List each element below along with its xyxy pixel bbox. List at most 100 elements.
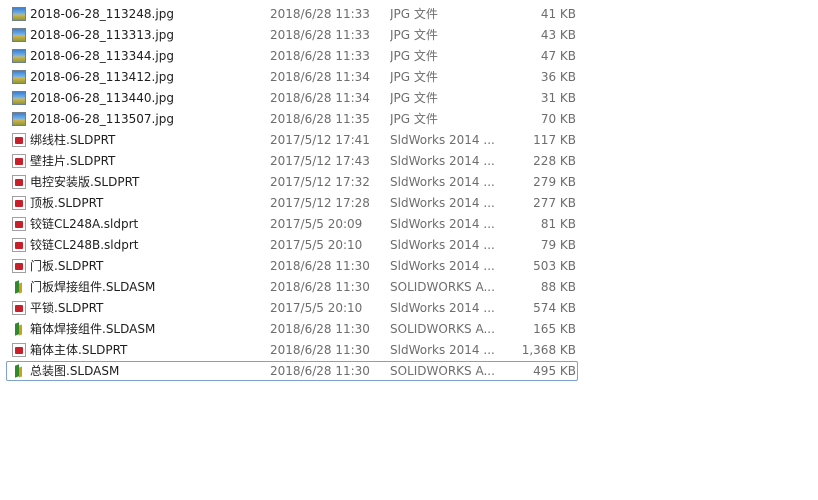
- image-file-icon: [12, 49, 26, 63]
- file-row[interactable]: 铰链CL248B.sldprt 2017/5/5 20:10 SldWorks 20…: [6, 235, 578, 255]
- image-file-icon: [12, 91, 26, 105]
- solidworks-assembly-icon: [12, 364, 26, 378]
- file-size: 279 KB: [533, 175, 576, 189]
- file-row[interactable]: 箱体焊接组件.SLDASM 2018/6/28 11:30 SOLIDWORKS A…: [6, 319, 578, 339]
- file-row[interactable]: 2018-06-28_113507.jpg 2018/6/28 11:35 JPG …: [6, 109, 578, 129]
- file-name: 门板.SLDPRT: [30, 259, 104, 273]
- file-name: 2018-06-28_113507.jpg: [30, 112, 174, 126]
- file-size: 81 KB: [540, 217, 576, 231]
- file-date-modified: 2017/5/12 17:41: [270, 133, 370, 147]
- solidworks-part-icon: [12, 301, 26, 315]
- file-name: 总装图.SLDASM: [30, 364, 120, 378]
- file-type: SldWorks 2014 ...: [390, 238, 495, 252]
- file-row[interactable]: 平锁.SLDPRT 2017/5/5 20:10 SldWorks 2014 ...…: [6, 298, 578, 318]
- file-name: 2018-06-28_113313.jpg: [30, 28, 174, 42]
- file-type: JPG 文件: [390, 49, 438, 63]
- file-name: 绑线柱.SLDPRT: [30, 133, 116, 147]
- file-row[interactable]: 2018-06-28_113440.jpg 2018/6/28 11:34 JPG …: [6, 88, 578, 108]
- file-row[interactable]: 2018-06-28_113248.jpg 2018/6/28 11:33 JPG …: [6, 4, 578, 24]
- file-type: SOLIDWORKS A...: [390, 364, 495, 378]
- file-row[interactable]: 箱体主体.SLDPRT 2018/6/28 11:30 SldWorks 2014 …: [6, 340, 578, 360]
- solidworks-part-icon: [12, 175, 26, 189]
- image-file-icon: [12, 112, 26, 126]
- file-name: 2018-06-28_113344.jpg: [30, 49, 174, 63]
- file-type: SOLIDWORKS A...: [390, 322, 495, 336]
- image-file-icon: [12, 70, 26, 84]
- solidworks-part-icon: [12, 154, 26, 168]
- file-type: SldWorks 2014 ...: [390, 217, 495, 231]
- file-size: 228 KB: [533, 154, 576, 168]
- file-name: 门板焊接组件.SLDASM: [30, 280, 156, 294]
- file-name: 顶板.SLDPRT: [30, 196, 104, 210]
- image-file-icon: [12, 7, 26, 21]
- file-date-modified: 2018/6/28 11:34: [270, 91, 370, 105]
- file-type: SldWorks 2014 ...: [390, 175, 495, 189]
- solidworks-part-icon: [12, 133, 26, 147]
- file-row[interactable]: 绑线柱.SLDPRT 2017/5/12 17:41 SldWorks 2014 .…: [6, 130, 578, 150]
- file-size: 47 KB: [540, 49, 576, 63]
- file-type: SldWorks 2014 ...: [390, 259, 495, 273]
- file-row[interactable]: 门板.SLDPRT 2018/6/28 11:30 SldWorks 2014 ..…: [6, 256, 578, 276]
- file-name: 2018-06-28_113248.jpg: [30, 7, 174, 21]
- file-name: 铰链CL248A.sldprt: [30, 217, 139, 231]
- file-name: 箱体主体.SLDPRT: [30, 343, 128, 357]
- file-size: 495 KB: [533, 364, 576, 378]
- file-type: SldWorks 2014 ...: [390, 154, 495, 168]
- file-type: SldWorks 2014 ...: [390, 301, 495, 315]
- file-type: SldWorks 2014 ...: [390, 133, 495, 147]
- file-date-modified: 2018/6/28 11:34: [270, 70, 370, 84]
- file-size: 503 KB: [533, 259, 576, 273]
- solidworks-part-icon: [12, 259, 26, 273]
- file-row[interactable]: 顶板.SLDPRT 2017/5/12 17:28 SldWorks 2014 ..…: [6, 193, 578, 213]
- file-size: 117 KB: [533, 133, 576, 147]
- file-type: JPG 文件: [390, 70, 438, 84]
- file-size: 70 KB: [540, 112, 576, 126]
- file-date-modified: 2017/5/5 20:09: [270, 217, 363, 231]
- file-size: 31 KB: [540, 91, 576, 105]
- file-date-modified: 2018/6/28 11:33: [270, 7, 370, 21]
- file-size: 41 KB: [540, 7, 576, 21]
- solidworks-assembly-icon: [12, 280, 26, 294]
- file-row[interactable]: 铰链CL248A.sldprt 2017/5/5 20:09 SldWorks 20…: [6, 214, 578, 234]
- image-file-icon: [12, 28, 26, 42]
- file-row[interactable]: 壁挂片.SLDPRT 2017/5/12 17:43 SldWorks 2014 .…: [6, 151, 578, 171]
- solidworks-part-icon: [12, 196, 26, 210]
- file-size: 1,368 KB: [521, 343, 576, 357]
- file-date-modified: 2018/6/28 11:33: [270, 28, 370, 42]
- file-date-modified: 2018/6/28 11:30: [270, 322, 370, 336]
- file-date-modified: 2018/6/28 11:30: [270, 259, 370, 273]
- file-name: 铰链CL248B.sldprt: [30, 238, 139, 252]
- file-name: 箱体焊接组件.SLDASM: [30, 322, 156, 336]
- file-size: 36 KB: [540, 70, 576, 84]
- file-name: 2018-06-28_113412.jpg: [30, 70, 174, 84]
- file-type: JPG 文件: [390, 112, 438, 126]
- file-type: JPG 文件: [390, 91, 438, 105]
- file-size: 277 KB: [533, 196, 576, 210]
- file-row[interactable]: 2018-06-28_113344.jpg 2018/6/28 11:33 JPG …: [6, 46, 578, 66]
- solidworks-part-icon: [12, 217, 26, 231]
- file-type: JPG 文件: [390, 28, 438, 42]
- file-name: 壁挂片.SLDPRT: [30, 154, 116, 168]
- file-type: SldWorks 2014 ...: [390, 196, 495, 210]
- file-row[interactable]: 门板焊接组件.SLDASM 2018/6/28 11:30 SOLIDWORKS A…: [6, 277, 578, 297]
- solidworks-part-icon: [12, 343, 26, 357]
- file-type: SOLIDWORKS A...: [390, 280, 495, 294]
- solidworks-assembly-icon: [12, 322, 26, 336]
- file-date-modified: 2017/5/12 17:28: [270, 196, 370, 210]
- file-size: 79 KB: [540, 238, 576, 252]
- file-date-modified: 2018/6/28 11:35: [270, 112, 370, 126]
- file-row[interactable]: 2018-06-28_113412.jpg 2018/6/28 11:34 JPG …: [6, 67, 578, 87]
- file-row[interactable]: 2018-06-28_113313.jpg 2018/6/28 11:33 JPG …: [6, 25, 578, 45]
- file-name: 电控安装版.SLDPRT: [30, 175, 140, 189]
- file-size: 574 KB: [533, 301, 576, 315]
- file-row[interactable]: 电控安装版.SLDPRT 2017/5/12 17:32 SldWorks 2014…: [6, 172, 578, 192]
- file-row[interactable]: 总装图.SLDASM 2018/6/28 11:30 SOLIDWORKS A...…: [6, 361, 578, 381]
- file-date-modified: 2017/5/5 20:10: [270, 238, 363, 252]
- file-name: 平锁.SLDPRT: [30, 301, 104, 315]
- solidworks-part-icon: [12, 238, 26, 252]
- file-date-modified: 2017/5/5 20:10: [270, 301, 363, 315]
- file-size: 88 KB: [540, 280, 576, 294]
- file-type: JPG 文件: [390, 7, 438, 21]
- file-date-modified: 2018/6/28 11:30: [270, 280, 370, 294]
- file-size: 165 KB: [533, 322, 576, 336]
